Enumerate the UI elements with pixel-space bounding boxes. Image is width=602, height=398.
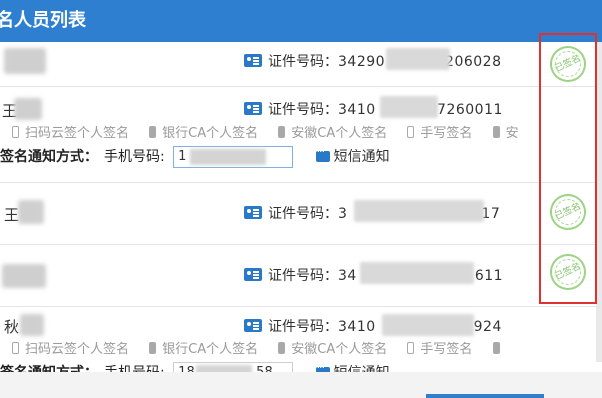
sign-method-qr[interactable]: 扫码云签个人签名	[12, 338, 129, 357]
phone-label: 手机号码:	[104, 149, 165, 165]
name-mask	[4, 48, 46, 74]
sign-methods: 扫码云签个人签名 银行CA个人签名 安徽CA个人签名 手写签名	[12, 338, 522, 357]
sign-method-more[interactable]	[492, 342, 506, 357]
sms-icon	[315, 145, 330, 162]
id-mask	[382, 314, 474, 336]
id-number-end: 206028	[445, 54, 502, 70]
notify-label: 签名通知方式：	[0, 149, 98, 165]
id-label: 证件号码：	[268, 102, 338, 118]
signer-name: 王	[4, 206, 20, 224]
usb-key-icon	[149, 126, 157, 138]
signer-name: 秋	[4, 318, 20, 336]
usb-key-icon	[492, 342, 500, 354]
notify-row: 签名通知方式： 手机号码: 1858 短信通知	[0, 361, 390, 372]
tablet-icon	[407, 342, 415, 354]
signer-row: 秋 证件号码：3410 924 扫码云签个人签名 银行CA个人签名 安徽CA个人签…	[0, 306, 596, 372]
id-number-end: 07260011	[427, 102, 503, 118]
phone-input[interactable]: 1858	[173, 362, 294, 372]
signer-row: 证件号码：34290 206028 已签名	[0, 42, 596, 88]
usb-key-icon	[492, 126, 500, 138]
phone-input[interactable]: 1	[173, 146, 294, 168]
id-card-icon	[244, 102, 262, 115]
id-number-end: 17	[481, 206, 501, 222]
id-label: 证件号码：	[268, 319, 338, 335]
id-number-start: 3410	[338, 102, 376, 118]
usb-key-icon	[149, 342, 157, 354]
name-mask	[2, 264, 46, 288]
name-mask	[20, 314, 44, 336]
id-label: 证件号码：	[268, 268, 338, 284]
id-label: 证件号码：	[268, 54, 338, 70]
phone-mask	[190, 149, 267, 165]
id-number-start: 3410	[338, 319, 376, 335]
name-mask	[14, 98, 42, 120]
sign-method-bank-ca[interactable]: 银行CA个人签名	[149, 122, 258, 141]
phone-icon	[12, 126, 19, 138]
id-number-end: 611	[474, 268, 504, 284]
sign-methods: 扫码云签个人签名 银行CA个人签名 安徽CA个人签名 手写签名 安	[12, 122, 535, 141]
footer-button[interactable]	[426, 394, 544, 398]
id-number-line: 证件号码：3410 07260011	[244, 99, 503, 119]
dialog-title: 名人员列表	[0, 10, 86, 31]
sign-method-qr[interactable]: 扫码云签个人签名	[12, 122, 129, 141]
signer-list: 证件号码：34290 206028 已签名 王 证件号码：3410 07260011…	[0, 42, 596, 372]
id-mask	[386, 48, 450, 70]
notify-row: 签名通知方式： 手机号码: 1 短信通知	[0, 145, 390, 168]
id-mask	[354, 200, 484, 222]
phone-label: 手机号码:	[104, 365, 165, 372]
sms-notify-button[interactable]: 短信通知	[315, 361, 390, 372]
id-card-icon	[244, 268, 262, 281]
id-mask	[380, 96, 438, 118]
phone-icon	[12, 342, 19, 354]
dialog-header: 名人员列表	[0, 0, 602, 42]
stamp-highlight-box	[539, 33, 597, 304]
sign-method-bank-ca[interactable]: 银行CA个人签名	[149, 338, 258, 357]
id-card-icon	[244, 54, 262, 67]
sign-method-anhui-ca[interactable]: 安徽CA个人签名	[278, 122, 387, 141]
id-number-line: 证件号码：34290 206028	[244, 51, 502, 71]
id-label: 证件号码：	[268, 206, 338, 222]
sign-method-handwrite[interactable]: 手写签名	[407, 122, 472, 141]
sms-notify-button[interactable]: 短信通知	[315, 145, 390, 166]
tablet-icon	[407, 126, 415, 138]
id-card-icon	[244, 319, 262, 332]
id-number-start: 34290	[338, 54, 386, 70]
dialog-footer	[0, 372, 602, 398]
sign-method-more[interactable]: 安	[492, 122, 519, 141]
signer-row: 王 证件号码：3 17 已签名	[0, 182, 596, 245]
signer-row: 王 证件号码：3410 07260011 扫码云签个人签名 银行CA个人签名 安徽…	[0, 86, 596, 183]
phone-mask	[196, 365, 253, 372]
id-mask	[360, 262, 474, 284]
name-mask	[18, 200, 44, 224]
id-number-end: 924	[473, 319, 502, 335]
id-number-start: 3	[338, 206, 348, 222]
id-number-start: 34	[338, 268, 357, 284]
usb-key-icon	[278, 126, 286, 138]
notify-label: 签名通知方式：	[0, 365, 98, 372]
id-card-icon	[244, 206, 262, 219]
usb-key-icon	[278, 342, 286, 354]
sign-method-anhui-ca[interactable]: 安徽CA个人签名	[278, 338, 387, 357]
signer-row: 证件号码：34 611 已签名	[0, 244, 596, 307]
sign-method-handwrite[interactable]: 手写签名	[407, 338, 472, 357]
